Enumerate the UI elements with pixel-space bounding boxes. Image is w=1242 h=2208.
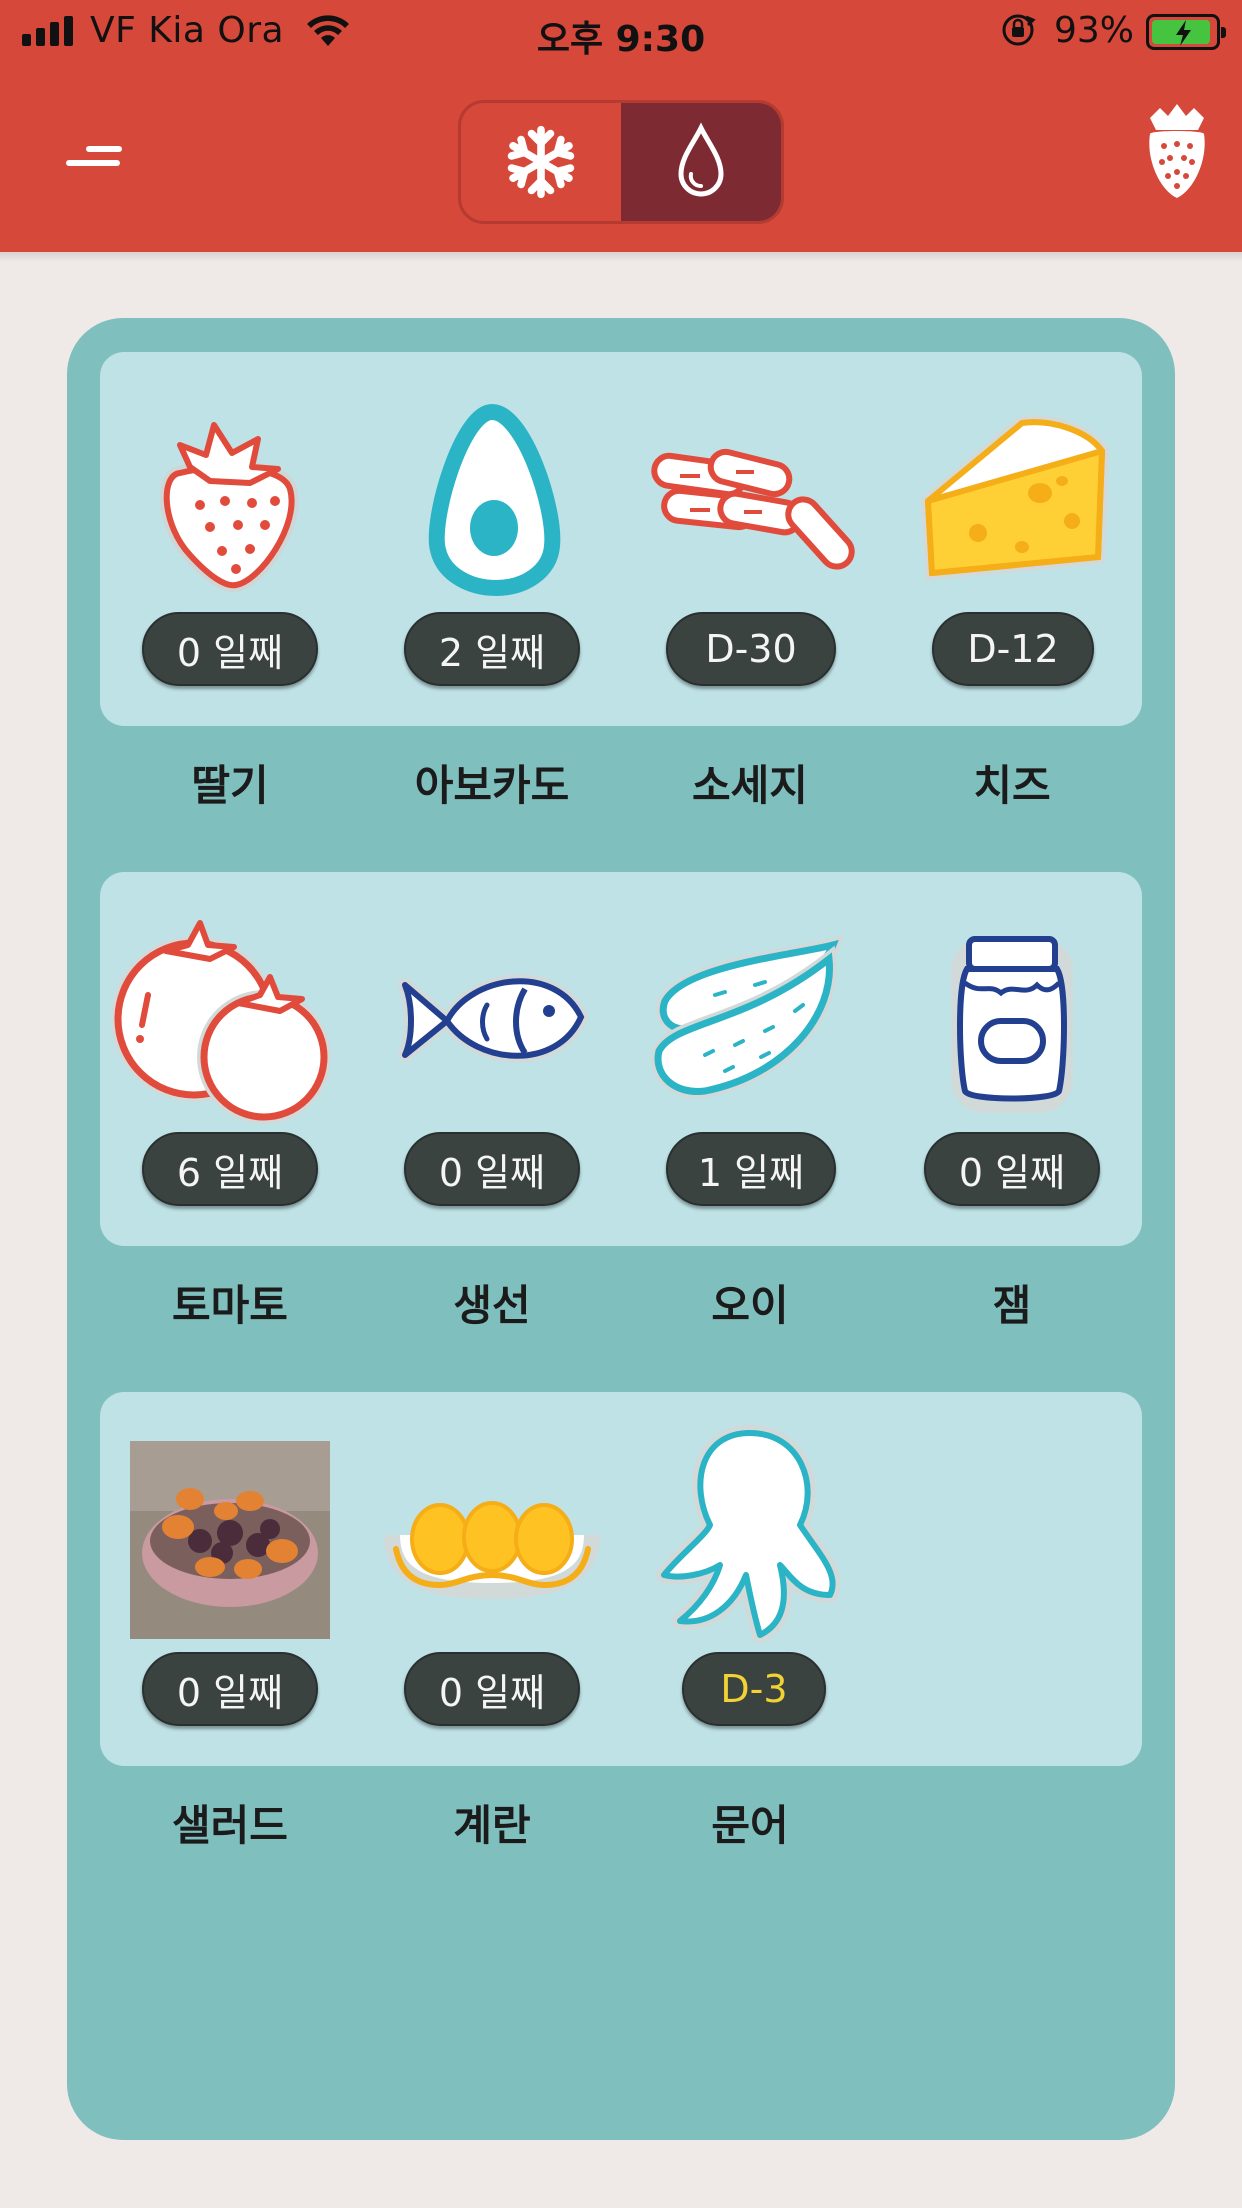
eggs-icon <box>384 1501 600 1600</box>
food-label: 아보카도 <box>414 761 570 810</box>
snowflake-icon <box>503 125 579 202</box>
food-label: 잼 <box>992 1281 1032 1330</box>
food-label: 문어 <box>711 1801 789 1850</box>
food-age-badge: 2 일째 <box>404 612 580 686</box>
food-label: 딸기 <box>191 761 269 810</box>
food-label: 치즈 <box>973 761 1051 810</box>
food-expiry-badge: D-3 <box>682 1652 826 1726</box>
strawberry-logo-icon[interactable] <box>1142 100 1212 204</box>
menu-button[interactable] <box>66 146 122 176</box>
food-label: 생선 <box>453 1281 531 1330</box>
food-expiry-badge: D-12 <box>932 612 1094 686</box>
cucumber-icon <box>651 934 845 1099</box>
food-label: 계란 <box>453 1801 531 1850</box>
octopus-icon <box>656 1425 841 1643</box>
food-age-badge: 0 일째 <box>404 1652 580 1726</box>
food-label: 소세지 <box>692 761 808 810</box>
salad-photo <box>130 1441 330 1639</box>
status-bar: VF Kia Ora 오후 9:30 93% <box>0 0 1242 66</box>
freezer-tab[interactable] <box>461 103 621 221</box>
fish-icon <box>398 974 588 1063</box>
food-expiry-badge: D-30 <box>666 612 836 686</box>
food-age-badge: 0 일째 <box>924 1132 1100 1206</box>
jam-jar-icon <box>951 936 1073 1113</box>
orientation-lock-icon <box>1002 14 1036 46</box>
food-age-badge: 0 일째 <box>142 1652 318 1726</box>
fridge-tab[interactable] <box>621 103 781 221</box>
app-header: VF Kia Ora 오후 9:30 93% <box>0 0 1242 252</box>
water-drop-icon <box>678 122 724 197</box>
food-age-badge: 1 일째 <box>666 1132 836 1206</box>
battery-icon <box>1146 14 1226 50</box>
strawberry-icon <box>159 422 299 593</box>
food-age-badge: 6 일째 <box>142 1132 318 1206</box>
avocado-icon <box>428 403 561 597</box>
battery-percent: 93% <box>1054 10 1135 51</box>
cheese-icon <box>920 415 1110 581</box>
food-label: 오이 <box>711 1281 789 1330</box>
food-age-badge: 0 일째 <box>404 1132 580 1206</box>
tomato-icon <box>111 920 331 1124</box>
storage-mode-toggle[interactable] <box>458 100 784 224</box>
food-label: 토마토 <box>172 1281 288 1330</box>
sausage-icon <box>651 448 855 570</box>
food-age-badge: 0 일째 <box>142 612 318 686</box>
food-label: 샐러드 <box>172 1801 288 1850</box>
